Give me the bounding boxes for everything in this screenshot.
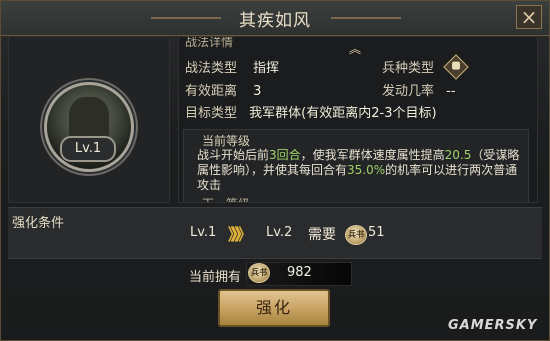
troop-type-label: 兵种类型 bbox=[382, 61, 435, 76]
level-progression: Lv.1 》》》 Lv.2 需要 51 bbox=[172, 220, 385, 246]
level-description-box: 当前等级 战斗开始后前3回合，使我军群体速度属性提高20.5（受谋略属性影响），… bbox=[183, 129, 529, 202]
owned-coin-icon: 兵书 bbox=[248, 263, 270, 283]
scroll-up-icon[interactable]: ︽ bbox=[349, 40, 361, 57]
troop-type-row: 兵种类型 bbox=[382, 57, 434, 76]
amount-highlight: 20.5 bbox=[444, 148, 472, 162]
next-level-title: 下一等级 bbox=[202, 195, 250, 202]
arrow-right-icon: 》》》 bbox=[228, 225, 252, 244]
chance-row: 发动几率 -- bbox=[382, 80, 456, 99]
watermark: GAMERSKY bbox=[448, 318, 538, 333]
rate-highlight: 35.0% bbox=[347, 163, 386, 177]
chance-label: 发动几率 bbox=[382, 84, 435, 99]
coin-icon: 兵书 bbox=[345, 225, 367, 245]
target-row: 目标类型 我军群体(有效距离内2-3个目标) bbox=[185, 102, 437, 121]
upgrade-button[interactable]: 强化 bbox=[218, 289, 330, 327]
range-value: 3 bbox=[253, 84, 262, 99]
from-level: Lv.1 bbox=[190, 225, 217, 240]
title-bar: 其疾如风 bbox=[1, 1, 549, 36]
need-amount: 51 bbox=[368, 225, 385, 240]
level-badge: Lv.1 bbox=[60, 136, 116, 162]
troop-type-icon bbox=[443, 54, 469, 80]
detail-header: 战法详情 bbox=[185, 36, 234, 49]
owned-label: 当前拥有 bbox=[189, 270, 242, 285]
type-row: 战法类型 指挥 bbox=[185, 57, 279, 76]
skill-detail-panel[interactable]: 战法详情 ︽ 战法类型 指挥 兵种类型 有效距离 3 发动几率 -- 目标类型 … bbox=[178, 36, 538, 203]
need-label: 需要 bbox=[308, 227, 336, 243]
current-level-title: 当前等级 bbox=[202, 134, 251, 148]
to-level: Lv.2 bbox=[266, 225, 293, 240]
owned-amount: 982 bbox=[287, 265, 312, 280]
close-icon: × bbox=[520, 5, 538, 29]
skill-description: 战斗开始后前3回合，使我军群体速度属性提高20.5（受谋略属性影响），并使其每回… bbox=[197, 148, 520, 192]
dialog-title: 其疾如风 bbox=[239, 11, 311, 31]
type-value: 指挥 bbox=[253, 61, 280, 76]
chance-value: -- bbox=[446, 84, 456, 99]
type-label: 战法类型 bbox=[185, 61, 238, 76]
conditions-label: 强化条件 bbox=[12, 216, 65, 231]
target-value: 我军群体(有效距离内2-3个目标) bbox=[249, 106, 437, 121]
target-label: 目标类型 bbox=[185, 106, 238, 121]
range-row: 有效距离 3 bbox=[185, 80, 261, 99]
rounds-highlight: 3回合 bbox=[269, 148, 301, 162]
range-label: 有效距离 bbox=[185, 84, 238, 99]
close-button[interactable]: × bbox=[516, 5, 542, 29]
